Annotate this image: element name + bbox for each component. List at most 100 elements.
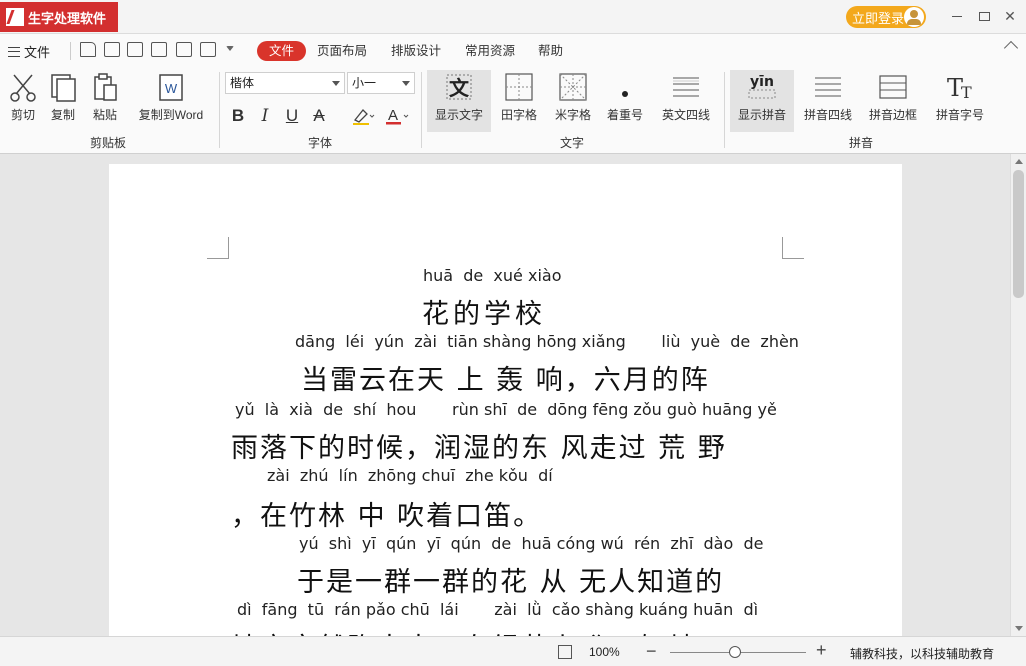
english-four-lines-button[interactable]: 英文四线	[657, 70, 715, 123]
app-logo-icon	[6, 8, 24, 26]
zoom-level: 100%	[589, 645, 620, 659]
mi-grid-icon	[551, 70, 595, 104]
app-badge: 生字处理软件	[0, 2, 118, 32]
pinyin-font-size-label: 拼音字号	[935, 108, 984, 122]
highlight-icon[interactable]	[350, 106, 376, 126]
fit-page-icon[interactable]	[558, 645, 572, 659]
tab-file[interactable]: 文件	[257, 41, 307, 61]
hanzi-line: ，在竹林 中 吹着口笛。	[231, 501, 543, 532]
font-size-value: 小一	[352, 76, 377, 90]
print-preview-icon[interactable]	[151, 42, 167, 57]
text-group-label: 文字	[560, 136, 585, 150]
menu-icon	[8, 46, 20, 57]
font-family-select[interactable]: 楷体	[225, 72, 345, 94]
open-folder-icon[interactable]	[80, 42, 96, 57]
vertical-scrollbar[interactable]	[1010, 154, 1026, 636]
pinyin-border-icon	[866, 70, 920, 104]
pinyin-lines-icon	[802, 70, 854, 104]
font-color-icon[interactable]: A	[384, 106, 410, 126]
scroll-down-arrow-icon[interactable]	[1015, 626, 1023, 631]
hanzi-line: 当雷云在天 上 轰 响，六月的阵	[301, 365, 710, 396]
font-size-icon: TT	[933, 70, 987, 104]
tian-grid-button[interactable]: 田字格	[497, 70, 541, 123]
copy-to-word-label: 复制到Word	[138, 108, 204, 122]
scroll-up-arrow-icon[interactable]	[1015, 159, 1023, 164]
svg-text:A: A	[388, 107, 398, 124]
pinyin-line: dāng léi yún zài tiān shàng hōng xiǎng l…	[295, 332, 799, 351]
scrollbar-thumb[interactable]	[1013, 170, 1024, 298]
chevron-down-icon	[402, 81, 410, 86]
login-button[interactable]: 立即登录	[846, 6, 926, 28]
clipboard-group-label: 剪贴板	[90, 136, 127, 150]
word-icon: W	[134, 70, 208, 104]
copy-to-word-button[interactable]: W 复制到Word	[134, 70, 208, 123]
login-label: 立即登录	[852, 10, 905, 26]
show-text-label: 显示文字	[434, 108, 483, 122]
mi-grid-button[interactable]: 米字格	[551, 70, 595, 123]
svg-text:yīn: yīn	[750, 74, 774, 90]
emphasis-dot-icon	[603, 70, 647, 104]
font-group-label: 字体	[308, 136, 333, 150]
document-page[interactable]: huā de xué xiào 花的学校 dāng léi yún zài ti…	[109, 164, 902, 636]
show-pinyin-label: 显示拼音	[737, 108, 786, 122]
four-lines-icon	[657, 70, 715, 104]
show-pinyin-button[interactable]: yīn 显示拼音	[730, 70, 794, 132]
menu-bar: 文件 文件 页面布局 排版设计 常用资源 帮助	[0, 34, 1026, 66]
underline-icon[interactable]: U	[282, 106, 302, 126]
tab-page-layout[interactable]: 页面布局	[317, 41, 367, 61]
zoom-out-button[interactable]: −	[646, 641, 657, 662]
margin-corner-mark	[207, 237, 229, 259]
paste-button[interactable]: 粘贴	[88, 70, 122, 123]
pinyin-line: zài zhú lín zhōng chuī zhe kǒu dí	[267, 466, 553, 485]
tab-typesetting[interactable]: 排版设计	[391, 41, 441, 61]
file-menu-button[interactable]: 文件	[8, 42, 50, 61]
pinyin-border-button[interactable]: 拼音边框	[866, 70, 920, 123]
italic-icon[interactable]: I	[255, 106, 275, 126]
export-icon[interactable]	[176, 42, 192, 57]
minimize-button[interactable]	[950, 9, 964, 23]
emphasis-dot-button[interactable]: 着重号	[603, 70, 647, 123]
copy-button[interactable]: 复制	[46, 70, 80, 123]
pinyin-line: dì fāng tū rán pǎo chū lái zài lǜ cǎo sh…	[237, 600, 759, 619]
pinyin-line: yǔ là xià de shí hou rùn shī de dōng fēn…	[235, 400, 777, 419]
strikethrough-icon[interactable]: A	[309, 106, 329, 126]
font-family-value: 楷体	[230, 76, 255, 90]
settings-icon[interactable]	[200, 42, 216, 57]
document-area[interactable]: huā de xué xiào 花的学校 dāng léi yún zài ti…	[0, 154, 1010, 636]
hanzi-line: 地方突然跑出来，在绿草上 狂 欢 地	[231, 626, 698, 636]
divider	[421, 72, 422, 148]
close-button[interactable]: ✕	[1003, 9, 1017, 23]
copy-icon	[46, 70, 80, 104]
zoom-slider-thumb[interactable]	[729, 646, 741, 658]
status-bar: 100% − + 辅教科技，以科技辅助教育	[0, 636, 1026, 666]
svg-text:W: W	[165, 81, 178, 96]
pinyin-line: huā de xué xiào	[423, 266, 562, 285]
title-hanzi-line: 花的学校	[422, 299, 546, 330]
ribbon: 剪切 复制 粘贴 W 复制到Word 剪贴板 楷体 小一 B I U A A 字…	[0, 66, 1026, 154]
bold-icon[interactable]: B	[228, 106, 248, 126]
font-size-select[interactable]: 小一	[347, 72, 415, 94]
show-text-icon: 文	[427, 70, 491, 104]
pinyin-font-size-button[interactable]: TT 拼音字号	[933, 70, 987, 123]
pinyin-line: yú shì yī qún yī qún de huā cóng wú rén …	[299, 534, 764, 553]
pinyin-four-lines-label: 拼音四线	[803, 108, 852, 122]
svg-text:文: 文	[449, 76, 470, 100]
tab-help[interactable]: 帮助	[538, 41, 563, 61]
collapse-ribbon-icon[interactable]	[1003, 40, 1019, 56]
tian-grid-icon	[497, 70, 541, 104]
maximize-button[interactable]	[977, 9, 991, 23]
cut-button[interactable]: 剪切	[6, 70, 40, 123]
show-text-button[interactable]: 文 显示文字	[427, 70, 491, 132]
copy-label: 复制	[50, 108, 75, 122]
scissors-icon	[6, 70, 40, 104]
file-menu-label: 文件	[24, 45, 51, 60]
chevron-down-icon	[332, 81, 340, 86]
svg-text:T: T	[961, 83, 972, 102]
divider	[724, 72, 725, 148]
chevron-down-icon[interactable]	[226, 46, 234, 52]
pinyin-four-lines-button[interactable]: 拼音四线	[802, 70, 854, 123]
zoom-in-button[interactable]: +	[816, 640, 827, 661]
save-icon[interactable]	[104, 42, 120, 57]
print-icon[interactable]	[127, 42, 143, 57]
tab-resources[interactable]: 常用资源	[465, 41, 515, 61]
